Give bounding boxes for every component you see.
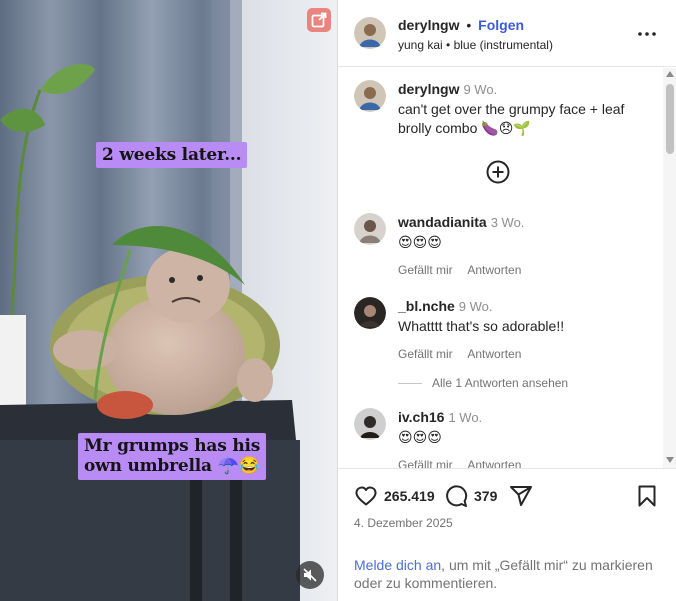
post-panel: derylngw • Folgen yung kai • blue (instr… bbox=[337, 0, 676, 601]
share-action[interactable] bbox=[509, 484, 533, 508]
comment-time[interactable]: 9 Wo. bbox=[459, 299, 493, 314]
video-caption-bottom-line2: own umbrella ☂️😂 bbox=[84, 456, 260, 476]
comment-text: 😍😍😍 bbox=[398, 429, 442, 445]
comment-like-link[interactable]: Gefällt mir bbox=[398, 263, 453, 277]
more-icon bbox=[638, 32, 656, 36]
heart-icon bbox=[355, 486, 377, 506]
comment-username[interactable]: _bl.nche bbox=[398, 298, 455, 314]
comment-time[interactable]: 3 Wo. bbox=[491, 215, 525, 230]
comment-avatar[interactable] bbox=[354, 213, 386, 245]
bookmark-icon bbox=[638, 485, 656, 507]
author-line: derylngw • Folgen bbox=[398, 17, 524, 33]
comment-avatar[interactable] bbox=[354, 408, 386, 440]
comment-like-link[interactable]: Gefällt mir bbox=[398, 347, 453, 361]
save-action[interactable] bbox=[635, 484, 659, 508]
mute-button[interactable] bbox=[296, 561, 324, 589]
comments-scrollbar[interactable] bbox=[663, 68, 676, 468]
comment-text: Whatttt that's so adorable!! bbox=[398, 318, 565, 334]
comment-reply-link[interactable]: Antworten bbox=[467, 263, 521, 277]
comment-icon bbox=[446, 485, 468, 507]
audio-track[interactable]: yung kai • blue (instrumental) bbox=[398, 38, 553, 52]
video-caption-bottom-line1: Mr grumps has his bbox=[84, 436, 261, 456]
login-link[interactable]: Melde dich an bbox=[354, 557, 441, 573]
scroll-up-arrow[interactable] bbox=[666, 71, 674, 77]
replies-divider bbox=[398, 383, 422, 385]
comment-count[interactable]: 379 bbox=[474, 488, 497, 504]
view-replies-label[interactable]: Alle 1 Antworten ansehen bbox=[432, 376, 568, 390]
post-media[interactable]: 2 weeks later... Mr grumps has his own u… bbox=[0, 0, 337, 601]
video-caption-top: 2 weeks later... bbox=[96, 142, 248, 168]
caption-avatar[interactable] bbox=[354, 80, 386, 112]
comment-text: 😍😍😍 bbox=[398, 234, 442, 250]
caption-username[interactable]: derylngw bbox=[398, 81, 459, 97]
more-options-button[interactable] bbox=[637, 24, 657, 44]
comment-action[interactable]: 379 bbox=[444, 484, 497, 508]
video-caption-bottom: Mr grumps has his own umbrella ☂️😂 bbox=[78, 433, 267, 480]
comment-avatar[interactable] bbox=[354, 297, 386, 329]
caption-emojis: 🍆😞🌱 bbox=[481, 120, 531, 136]
share-icon bbox=[510, 486, 532, 506]
comments-section[interactable]: derylngw 9 Wo. can't get over the grumpy … bbox=[338, 68, 676, 469]
open-external-button[interactable] bbox=[307, 8, 331, 32]
video-frame bbox=[0, 0, 337, 601]
post-header: derylngw • Folgen yung kai • blue (instr… bbox=[338, 0, 676, 67]
follow-button[interactable]: Folgen bbox=[478, 17, 524, 33]
comment-reply-link[interactable]: Antworten bbox=[467, 347, 521, 361]
comment-time[interactable]: 1 Wo. bbox=[448, 410, 482, 425]
add-circle-icon bbox=[486, 160, 510, 184]
action-bar: 265.419 379 bbox=[338, 480, 676, 512]
scroll-down-arrow[interactable] bbox=[666, 457, 674, 463]
post-date[interactable]: 4. Dezember 2025 bbox=[354, 516, 453, 530]
scroll-thumb[interactable] bbox=[666, 84, 674, 154]
like-count[interactable]: 265.419 bbox=[384, 488, 435, 504]
like-action[interactable]: 265.419 bbox=[354, 484, 435, 508]
comment-like-link[interactable]: Gefällt mir bbox=[398, 458, 453, 468]
comment-username[interactable]: iv.ch16 bbox=[398, 409, 444, 425]
mute-icon bbox=[303, 568, 317, 582]
header-separator: • bbox=[466, 17, 472, 33]
add-comment-button[interactable] bbox=[486, 160, 510, 184]
author-avatar[interactable] bbox=[354, 17, 386, 49]
author-username[interactable]: derylngw bbox=[398, 17, 459, 33]
comment-reply-link[interactable]: Antworten bbox=[467, 458, 521, 468]
login-prompt: Melde dich an, um mit „Gefällt mir“ zu m… bbox=[354, 556, 664, 592]
open-external-icon bbox=[311, 12, 327, 28]
view-replies-link[interactable]: Alle 1 Antworten ansehen bbox=[398, 376, 568, 390]
caption-time[interactable]: 9 Wo. bbox=[463, 82, 497, 97]
comment-username[interactable]: wandadianita bbox=[398, 214, 487, 230]
